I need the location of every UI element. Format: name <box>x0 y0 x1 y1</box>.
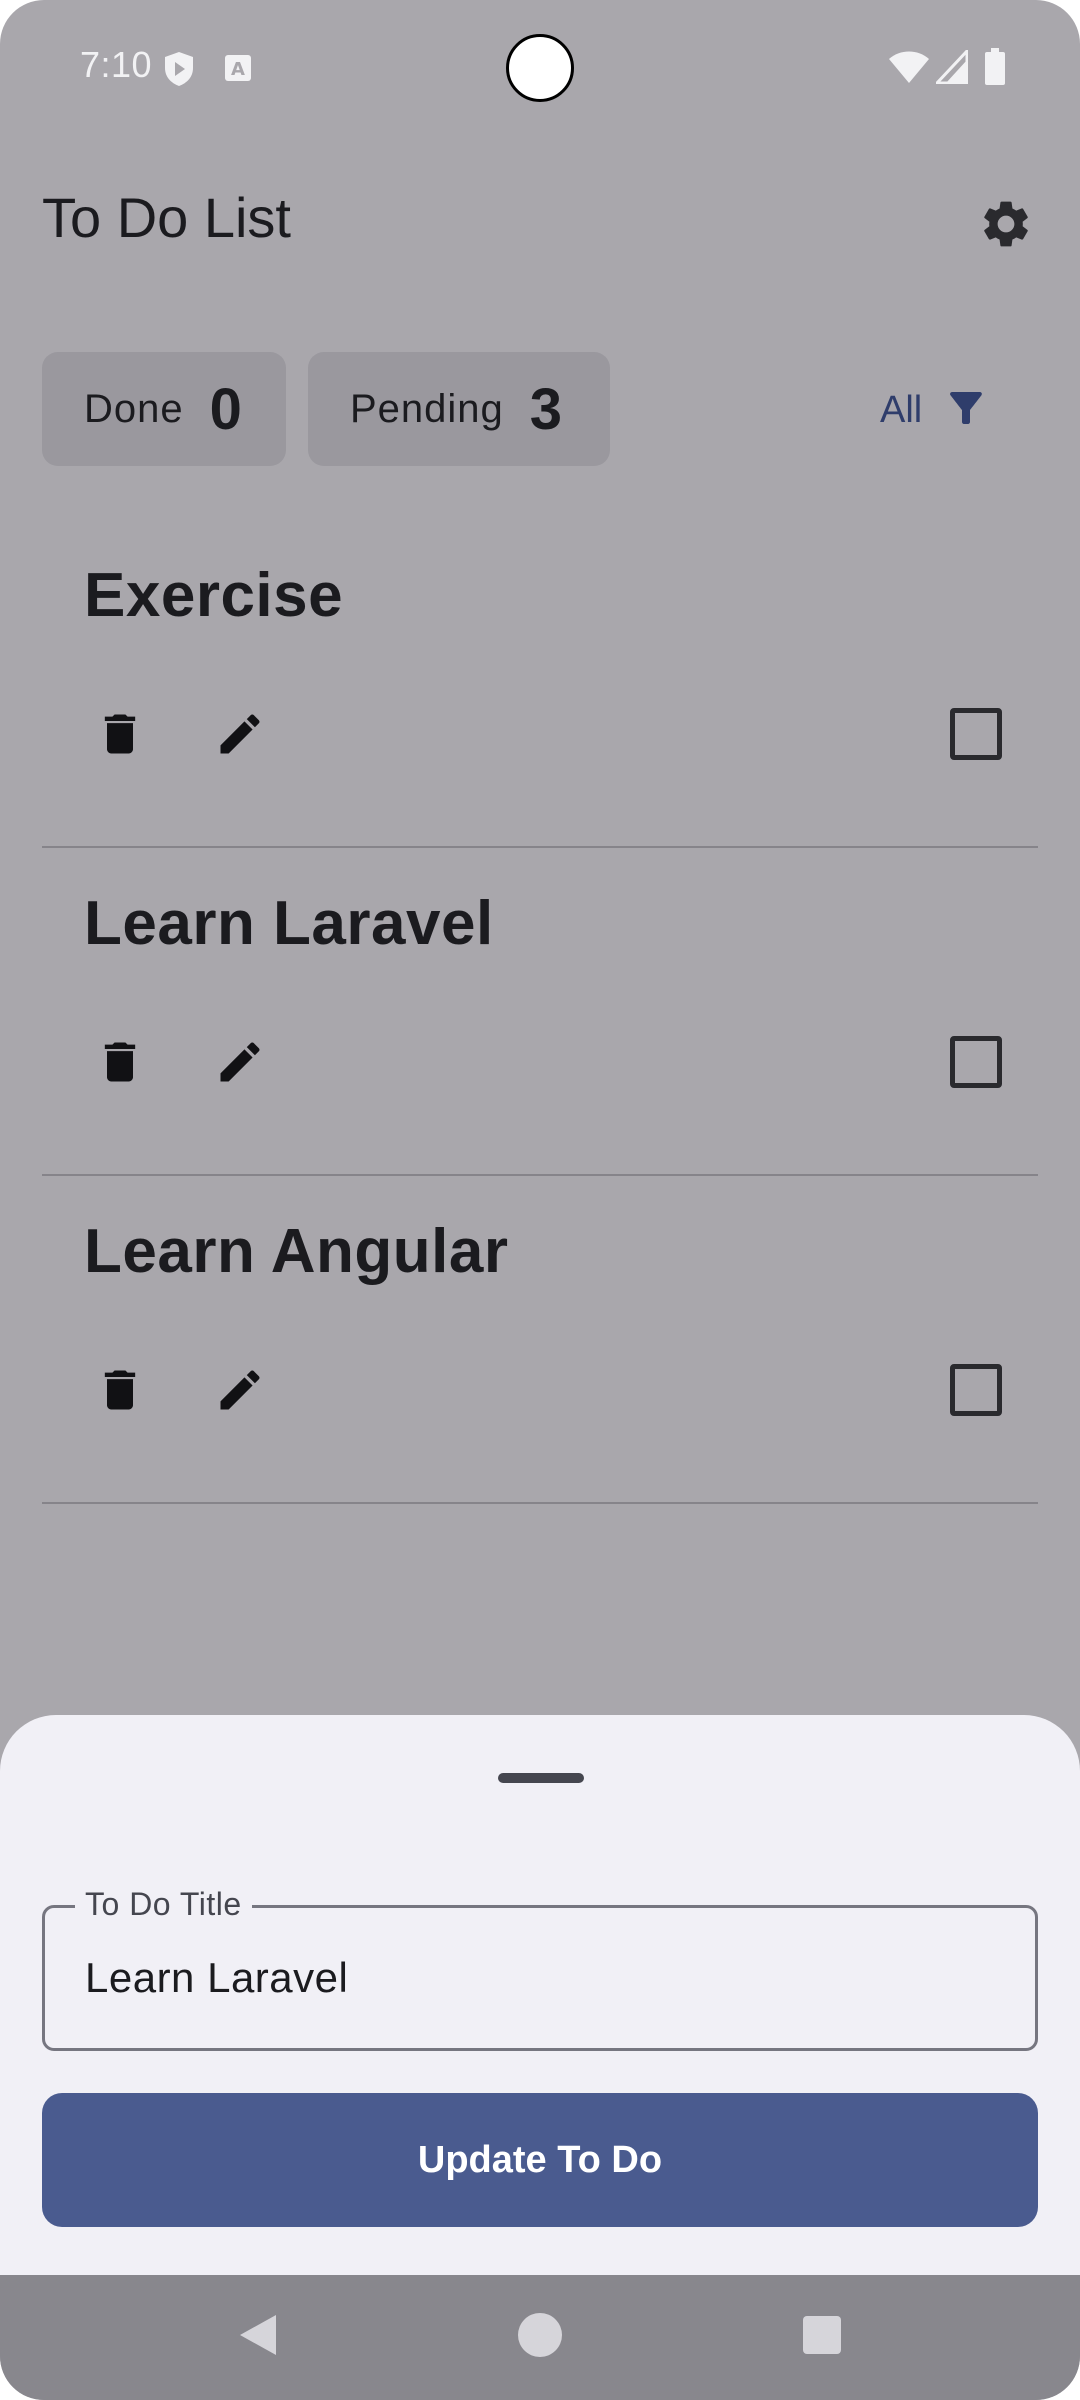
todo-list: Exercise Learn Laravel Learn Angular <box>42 520 1038 1504</box>
front-camera <box>506 34 574 102</box>
home-icon <box>517 2312 563 2363</box>
app-screen: 7:10 A To Do List Done 0 Pending 3 All E… <box>0 0 1080 2400</box>
todo-title: Learn Angular <box>84 1217 509 1286</box>
todo-title-field: To Do Title <box>42 1886 1038 2051</box>
delete-button[interactable] <box>84 700 156 772</box>
todo-actions <box>42 700 1038 772</box>
pencil-icon <box>214 708 266 765</box>
gear-icon <box>978 196 1034 257</box>
edit-button[interactable] <box>204 700 276 772</box>
done-label: Done <box>84 386 184 431</box>
done-counter-chip: Done 0 <box>42 352 286 466</box>
text-a-icon: A <box>224 54 252 87</box>
system-nav-bar <box>0 2275 1080 2400</box>
todo-title: Learn Laravel <box>84 889 494 958</box>
todo-checkbox[interactable] <box>950 1364 1002 1416</box>
back-icon <box>236 2311 280 2364</box>
todo-item: Learn Laravel <box>42 848 1038 1176</box>
trash-icon <box>94 1036 146 1093</box>
status-time: 7:10 <box>80 44 153 85</box>
funnel-icon <box>942 384 990 437</box>
pending-label: Pending <box>350 386 504 431</box>
todo-item: Exercise <box>42 520 1038 848</box>
settings-button[interactable] <box>970 190 1042 262</box>
todo-title: Exercise <box>84 561 344 630</box>
todo-item: Learn Angular <box>42 1176 1038 1504</box>
drag-handle[interactable] <box>498 1773 584 1783</box>
back-button[interactable] <box>218 2305 298 2369</box>
pending-counter-chip: Pending 3 <box>308 352 610 466</box>
trash-icon <box>94 1364 146 1421</box>
recents-button[interactable] <box>782 2305 862 2369</box>
signal-icon <box>933 47 969 89</box>
battery-icon <box>984 48 1006 91</box>
edit-button[interactable] <box>204 1356 276 1428</box>
filter-button[interactable]: All <box>880 372 990 448</box>
svg-text:A: A <box>231 59 245 80</box>
shield-play-icon <box>162 50 196 93</box>
status-bar: 7:10 A <box>0 0 1080 130</box>
todo-checkbox[interactable] <box>950 1036 1002 1088</box>
edit-bottom-sheet: To Do Title Update To Do <box>0 1715 1080 2275</box>
pending-count: 3 <box>529 376 563 442</box>
todo-title-input[interactable] <box>85 1908 985 2048</box>
todo-actions <box>42 1356 1038 1428</box>
delete-button[interactable] <box>84 1356 156 1428</box>
page-title: To Do List <box>42 186 291 249</box>
update-todo-button[interactable]: Update To Do <box>42 2093 1038 2227</box>
recents-icon <box>802 2315 842 2360</box>
home-button[interactable] <box>500 2305 580 2369</box>
pencil-icon <box>214 1364 266 1421</box>
trash-icon <box>94 708 146 765</box>
delete-button[interactable] <box>84 1028 156 1100</box>
todo-actions <box>42 1028 1038 1100</box>
wifi-icon <box>888 50 930 89</box>
pencil-icon <box>214 1036 266 1093</box>
todo-checkbox[interactable] <box>950 708 1002 760</box>
done-count: 0 <box>209 376 242 442</box>
filter-label: All <box>880 388 923 431</box>
edit-button[interactable] <box>204 1028 276 1100</box>
